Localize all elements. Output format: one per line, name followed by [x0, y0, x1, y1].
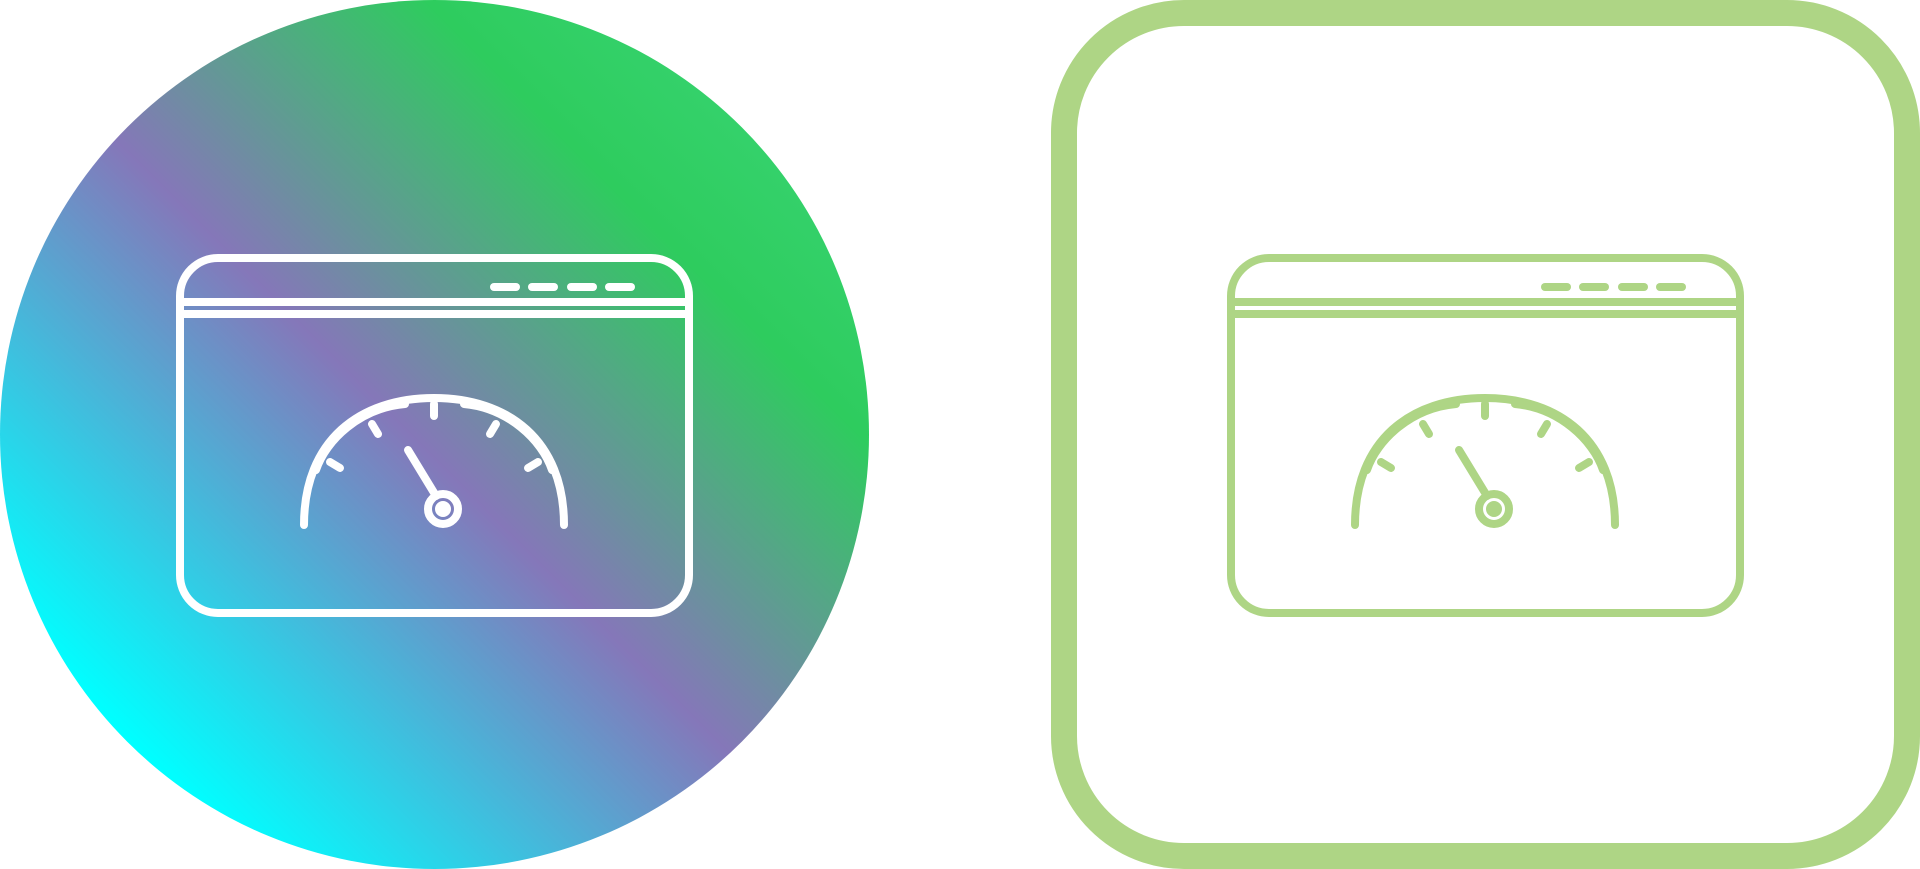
gauge-tick-5	[524, 458, 542, 472]
gauge-tick-1	[1377, 458, 1395, 472]
gauge-needle	[1455, 446, 1491, 500]
outline-speedometer-icon	[1051, 0, 1920, 869]
gauge-tick-2	[368, 420, 382, 438]
gauge-tick-5	[1575, 458, 1593, 472]
gauge-needle-hub-center	[1486, 501, 1502, 517]
gauge-tick-4	[1537, 420, 1551, 438]
gradient-circle-background	[0, 0, 869, 869]
gauge-tick-2	[1419, 420, 1433, 438]
gauge-needle-hub-center	[435, 501, 451, 517]
gauge-tick-4	[486, 420, 500, 438]
gradient-icon-tile	[0, 0, 869, 869]
outline-icon-tile	[1051, 0, 1920, 869]
icon-pair	[0, 0, 1920, 869]
gauge-tick-1	[326, 458, 344, 472]
rounded-square-frame	[1051, 0, 1920, 869]
browser-speedometer-glyph	[1227, 254, 1744, 617]
gradient-speedometer-icon	[0, 0, 869, 869]
